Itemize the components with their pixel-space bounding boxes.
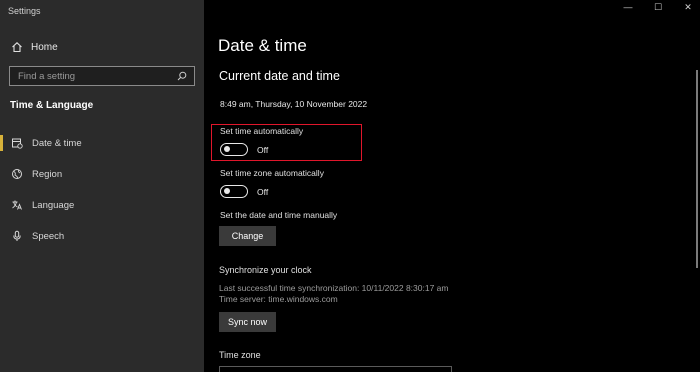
time-server-info: Time server: time.windows.com — [219, 294, 338, 304]
nav-home[interactable]: Home — [10, 38, 190, 56]
time-zone-select[interactable] — [219, 366, 452, 372]
sidebar-item-language[interactable]: Language — [0, 194, 204, 216]
sidebar-item-date-time[interactable]: Date & time — [0, 132, 204, 154]
close-button[interactable]: ✕ — [682, 2, 694, 13]
sync-heading: Synchronize your clock — [219, 265, 312, 275]
scrollbar[interactable] — [696, 70, 698, 268]
set-tz-auto-label: Set time zone automatically — [220, 168, 324, 178]
set-time-auto-label: Set time automatically — [220, 126, 304, 136]
search-input[interactable] — [18, 70, 176, 82]
window-controls: — ☐ ✕ — [622, 2, 694, 13]
toggle-state: Off — [257, 186, 269, 197]
calendar-clock-icon — [10, 136, 24, 150]
sidebar-item-region[interactable]: Region — [0, 163, 204, 185]
set-time-auto-toggle-row[interactable]: Off — [220, 143, 268, 156]
current-date-value: 8:49 am, Thursday, 10 November 2022 — [220, 99, 368, 109]
nav-home-label: Home — [31, 41, 58, 53]
section-title: Time & Language — [10, 100, 94, 111]
sidebar-item-label: Region — [32, 168, 63, 180]
set-tz-auto-toggle-row[interactable]: Off — [220, 185, 268, 198]
language-icon — [10, 198, 24, 212]
change-button[interactable]: Change — [219, 226, 276, 246]
app-title: Settings — [8, 6, 41, 16]
maximize-button[interactable]: ☐ — [652, 2, 664, 13]
sidebar-item-label: Date & time — [32, 137, 82, 149]
sync-now-button[interactable]: Sync now — [219, 312, 276, 332]
search-box[interactable] — [9, 66, 195, 86]
globe-icon — [10, 167, 24, 181]
search-icon[interactable] — [176, 70, 188, 82]
sidebar-item-label: Language — [32, 199, 75, 211]
minimize-button[interactable]: — — [622, 2, 634, 13]
active-indicator — [0, 135, 3, 151]
toggle-knob — [224, 146, 230, 152]
last-sync-info: Last successful time synchronization: 10… — [219, 283, 449, 293]
page-title: Date & time — [218, 36, 307, 55]
set-time-auto-toggle[interactable] — [220, 143, 248, 156]
main-content: Date & time Current date and time 8:49 a… — [204, 0, 700, 372]
current-date-heading: Current date and time — [219, 69, 340, 83]
set-tz-auto-toggle[interactable] — [220, 185, 248, 198]
manual-set-label: Set the date and time manually — [220, 210, 338, 220]
home-icon — [10, 40, 24, 54]
time-zone-label: Time zone — [219, 350, 261, 360]
microphone-icon — [10, 229, 24, 243]
toggle-state: Off — [257, 144, 269, 155]
sidebar-item-label: Speech — [32, 230, 65, 242]
sidebar-item-speech[interactable]: Speech — [0, 225, 204, 247]
toggle-knob — [224, 188, 230, 194]
sidebar: Settings Home Time & Language Date & tim… — [0, 0, 204, 372]
